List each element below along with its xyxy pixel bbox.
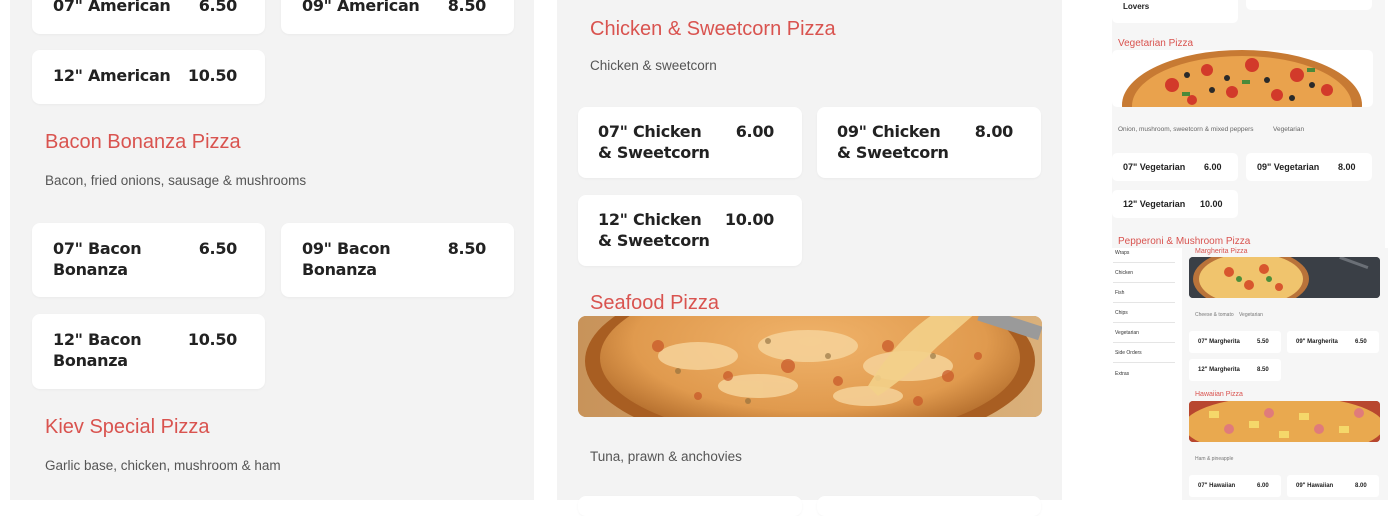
section-description: Cheese & tomato <box>1195 312 1234 318</box>
divider <box>1113 302 1175 303</box>
item-price: 6.50 <box>1355 339 1367 345</box>
item-name: 12" American <box>53 66 171 85</box>
menu-item-card[interactable]: 07" Chicken & Sweetcorn 6.00 <box>578 107 802 178</box>
menu-item-card[interactable]: 09" American 8.50 <box>281 0 514 34</box>
section-description: Onion, mushroom, sweetcorn & mixed peppe… <box>1118 126 1254 133</box>
menu-item-card[interactable]: 07" Bacon Bonanza 6.50 <box>32 223 265 297</box>
menu-item-card[interactable]: 09" Margherita 6.50 <box>1287 331 1379 353</box>
item-name: 09" Bacon Bonanza <box>302 239 391 279</box>
item-name: 12" Margherita <box>1198 367 1240 373</box>
item-price: 6.00 <box>1204 162 1222 172</box>
item-price: 10.00 <box>724 210 774 229</box>
section-title: Margherita Pizza <box>1195 248 1248 255</box>
item-name: 09" American <box>302 0 420 15</box>
section-description: Chicken & sweetcorn <box>590 58 717 73</box>
item-name: 07" Chicken & Sweetcorn <box>598 122 710 162</box>
menu-item-card[interactable]: Lovers <box>1112 0 1238 23</box>
menu-item-card[interactable]: 09" Chicken & Sweetcorn 8.00 <box>817 107 1041 178</box>
menu-item-card[interactable] <box>1246 0 1372 10</box>
item-price: 8.00 <box>1355 483 1367 489</box>
menu-item-card[interactable]: 09" Hawaiian 8.00 <box>1287 475 1379 497</box>
menu-item-card[interactable]: 07" Vegetarian 6.00 <box>1112 153 1238 181</box>
section-description: Bacon, fried onions, sausage & mushrooms <box>45 173 307 188</box>
hawaiian-pizza-image <box>1189 401 1380 442</box>
sidebar-item-fish[interactable]: Fish <box>1115 290 1124 296</box>
item-price: 10.00 <box>1200 199 1223 209</box>
item-price: 10.50 <box>187 330 237 349</box>
divider <box>1113 342 1175 343</box>
item-price: 8.50 <box>447 0 487 15</box>
item-price: 5.50 <box>1257 339 1269 345</box>
section-title: Hawaiian Pizza <box>1195 391 1243 398</box>
item-name: 09" Chicken & Sweetcorn <box>837 122 949 162</box>
menu-item-card[interactable] <box>578 496 802 516</box>
sidebar-item-chicken[interactable]: Chicken <box>1115 270 1133 276</box>
margherita-pizza-image <box>1189 257 1380 298</box>
item-price: 6.50 <box>198 0 238 15</box>
section-title: Chicken & Sweetcorn Pizza <box>590 18 836 40</box>
section-title: Kiev Special Pizza <box>45 416 210 438</box>
item-name: 12" Bacon Bonanza <box>53 330 142 370</box>
divider <box>1113 262 1175 263</box>
item-price: 10.50 <box>187 66 237 85</box>
item-name: 09" Vegetarian <box>1257 162 1320 172</box>
item-name: 12" Vegetarian <box>1123 199 1186 209</box>
section-description: Garlic base, chicken, mushroom & ham <box>45 458 281 473</box>
item-name: 09" Margherita <box>1296 339 1338 345</box>
item-price: 6.00 <box>735 122 775 141</box>
item-name: 07" American <box>53 0 171 15</box>
section-title: Seafood Pizza <box>590 292 719 314</box>
menu-item-card[interactable]: 09" Vegetarian 8.00 <box>1246 153 1372 181</box>
section-title: Bacon Bonanza Pizza <box>45 131 241 153</box>
menu-item-card[interactable]: 12" Chicken & Sweetcorn 10.00 <box>578 195 802 266</box>
divider <box>1113 322 1175 323</box>
section-description: Tuna, prawn & anchovies <box>590 449 742 464</box>
item-price: 8.50 <box>1257 367 1269 373</box>
section-title: Vegetarian Pizza <box>1118 38 1194 49</box>
divider <box>1113 282 1175 283</box>
menu-item-card[interactable]: 12" American 10.50 <box>32 50 265 104</box>
item-name: 07" Vegetarian <box>1123 162 1186 172</box>
sidebar-item-wraps[interactable]: Wraps <box>1115 250 1129 256</box>
item-name: 07" Margherita <box>1198 339 1240 345</box>
item-price: 8.00 <box>1338 162 1356 172</box>
sidebar-item-vegetarian[interactable]: Vegetarian <box>1115 330 1139 336</box>
menu-item-card[interactable]: 12" Margherita 8.50 <box>1189 359 1281 381</box>
sidebar-item-chips[interactable]: Chips <box>1115 310 1128 316</box>
menu-item-card[interactable]: 07" Margherita 5.50 <box>1189 331 1281 353</box>
divider <box>1113 362 1175 363</box>
item-name: 09" Hawaiian <box>1296 483 1334 489</box>
menu-item-card[interactable] <box>817 496 1041 516</box>
seafood-pizza-image <box>578 316 1042 417</box>
menu-item-card[interactable]: 07" Hawaiian 6.00 <box>1189 475 1281 497</box>
menu-item-card[interactable]: 07" American 6.50 <box>32 0 265 34</box>
item-name: Lovers <box>1123 2 1150 11</box>
sidebar-item-side-orders[interactable]: Side Orders <box>1115 350 1142 356</box>
item-name: 07" Bacon Bonanza <box>53 239 142 279</box>
section-description: Ham & pineapple <box>1195 456 1234 462</box>
menu-item-card[interactable]: 12" Vegetarian 10.00 <box>1112 190 1238 218</box>
item-price: 6.50 <box>198 239 238 258</box>
dietary-tag: Vegetarian <box>1239 312 1263 318</box>
item-name: 07" Hawaiian <box>1198 483 1236 489</box>
vegetarian-pizza-image <box>1112 50 1373 107</box>
dietary-tag: Vegetarian <box>1273 126 1305 133</box>
item-price: 6.00 <box>1257 483 1269 489</box>
sidebar-item-extras[interactable]: Extras <box>1115 371 1129 377</box>
menu-item-card[interactable]: 09" Bacon Bonanza 8.50 <box>281 223 514 297</box>
section-title: Pepperoni & Mushroom Pizza <box>1118 236 1251 247</box>
menu-item-card[interactable]: 12" Bacon Bonanza 10.50 <box>32 314 265 389</box>
item-price: 8.00 <box>974 122 1014 141</box>
item-price: 8.50 <box>447 239 487 258</box>
item-name: 12" Chicken & Sweetcorn <box>598 210 710 250</box>
